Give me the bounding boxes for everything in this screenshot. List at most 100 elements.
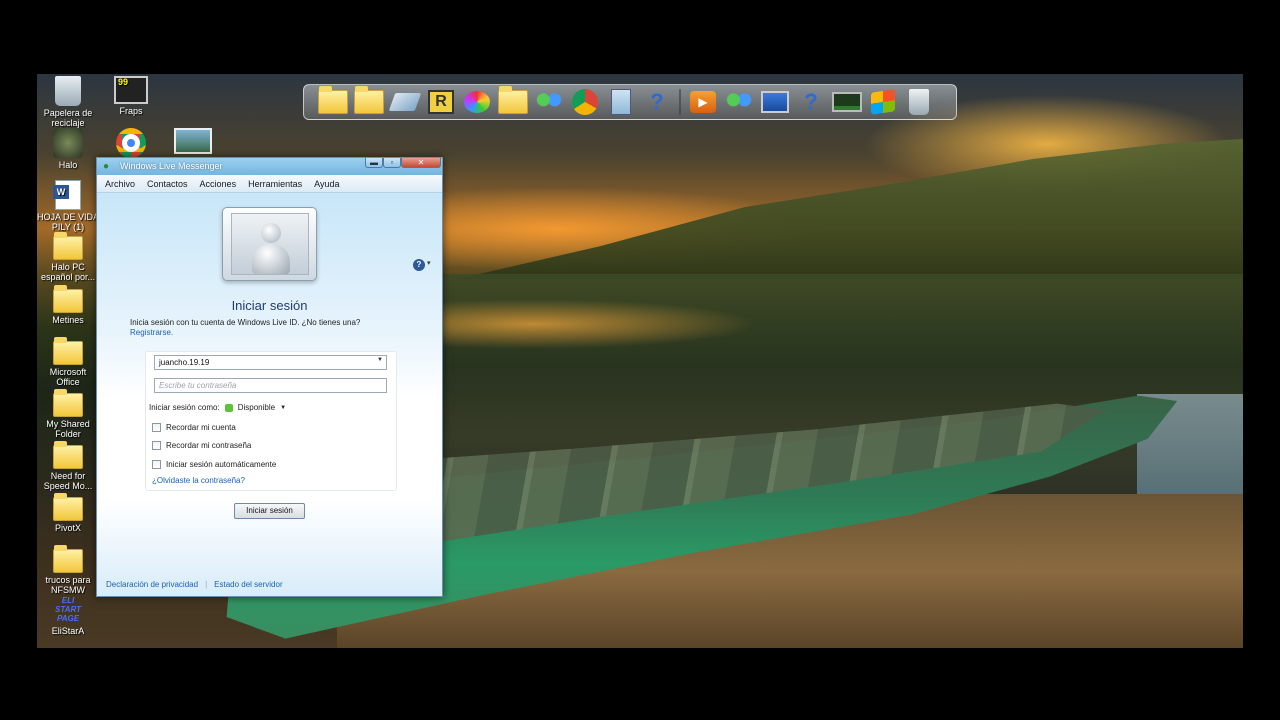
image-thumbnail-icon bbox=[174, 128, 212, 154]
status-selector: Iniciar sesión como: Disponible ▼ bbox=[149, 403, 286, 412]
desktop-icon-halo[interactable]: Halo bbox=[35, 128, 101, 170]
dock-paint[interactable] bbox=[460, 87, 494, 117]
desktop-icon-chrome[interactable] bbox=[98, 128, 164, 160]
desktop-icon-pivotx[interactable]: PivotX bbox=[35, 493, 101, 533]
desktop-icon-my-shared-folder[interactable]: My Shared Folder bbox=[35, 389, 101, 439]
minimize-button[interactable]: ▬ bbox=[365, 158, 383, 168]
folder-icon bbox=[53, 441, 83, 469]
desktop-icon-label: My Shared Folder bbox=[46, 419, 90, 439]
chrome-icon bbox=[116, 128, 146, 158]
window-title: Windows Live Messenger bbox=[120, 161, 223, 171]
menu-herramientas[interactable]: Herramientas bbox=[248, 179, 302, 189]
folder-icon bbox=[53, 285, 83, 313]
help-icon[interactable]: ? bbox=[413, 259, 425, 271]
avatar bbox=[231, 213, 309, 275]
desktop-icon-elistara[interactable]: ELI START PAGE EliStarA bbox=[35, 596, 101, 636]
folder-icon bbox=[498, 86, 528, 114]
server-status-link[interactable]: Estado del servidor bbox=[214, 580, 282, 589]
paint-palette-icon bbox=[464, 91, 490, 113]
menu-bar: Archivo Contactos Acciones Herramientas … bbox=[97, 175, 442, 193]
dock-windows[interactable] bbox=[866, 87, 900, 117]
status-label: Iniciar sesión como: bbox=[149, 403, 220, 412]
chevron-down-icon[interactable]: ▼ bbox=[377, 357, 383, 363]
folder-icon bbox=[53, 493, 83, 521]
signin-button[interactable]: Iniciar sesión bbox=[234, 503, 305, 519]
dock-recycle-bin[interactable] bbox=[902, 87, 936, 117]
desktop-icon-picture[interactable] bbox=[160, 128, 226, 156]
forgot-password-link[interactable]: ¿Olvidaste la contraseña? bbox=[152, 476, 245, 485]
dock-chrome[interactable] bbox=[568, 87, 602, 117]
folder-icon bbox=[53, 232, 83, 260]
dock-screen[interactable] bbox=[830, 87, 864, 117]
menu-ayuda[interactable]: Ayuda bbox=[314, 179, 339, 189]
menu-archivo[interactable]: Archivo bbox=[105, 179, 135, 189]
remember-password-checkbox[interactable] bbox=[152, 441, 161, 450]
desktop-icon-label: Metines bbox=[52, 315, 84, 325]
halo-icon bbox=[53, 128, 83, 158]
monitor-icon bbox=[761, 91, 789, 113]
dock-help-2[interactable]: ? bbox=[794, 87, 828, 117]
dock-eraser[interactable] bbox=[388, 87, 422, 117]
password-field[interactable]: Escribe tu contraseña bbox=[154, 378, 387, 393]
auto-signin-checkbox[interactable] bbox=[152, 460, 161, 469]
desktop-icon-label: Halo PC español por... bbox=[40, 262, 96, 282]
menu-acciones[interactable]: Acciones bbox=[200, 179, 237, 189]
remember-account-checkbox[interactable] bbox=[152, 423, 161, 432]
r-icon: R bbox=[428, 90, 454, 114]
folder-icon bbox=[53, 389, 83, 417]
desktop-icon-halo-pc[interactable]: Halo PC español por... bbox=[35, 232, 101, 282]
help-icon: ? bbox=[650, 89, 664, 114]
menu-contactos[interactable]: Contactos bbox=[147, 179, 188, 189]
screen-icon bbox=[832, 92, 862, 112]
dock-folder-3[interactable] bbox=[496, 86, 530, 117]
dock-calculator[interactable] bbox=[604, 87, 638, 117]
dock-help[interactable]: ? bbox=[640, 87, 674, 117]
user-silhouette-body bbox=[252, 244, 290, 274]
signin-description: Inicia sesión con tu cuenta de Windows L… bbox=[130, 318, 430, 338]
desktop-icon-label: Microsoft Office bbox=[49, 367, 87, 387]
desktop-icon-hoja-de-vida[interactable]: W HOJA DE VIDA PILY (1) bbox=[35, 180, 101, 232]
display-picture[interactable] bbox=[222, 207, 317, 281]
dock-separator bbox=[679, 89, 681, 115]
dock-folder-2[interactable] bbox=[352, 86, 386, 117]
help-icon: ? bbox=[804, 89, 818, 114]
desktop-icon-metines[interactable]: Metines bbox=[35, 285, 101, 325]
email-value: juancho.19.19 bbox=[159, 358, 210, 367]
dock-folder-1[interactable] bbox=[316, 86, 350, 117]
register-link[interactable]: Registrarse. bbox=[130, 328, 173, 337]
desktop-icon-fraps[interactable]: 99 Fraps bbox=[98, 76, 164, 116]
window-titlebar[interactable]: ● Windows Live Messenger ▬ ▫ ✕ bbox=[97, 158, 442, 175]
dock-messenger[interactable] bbox=[532, 87, 566, 117]
chevron-down-icon[interactable]: ▾ bbox=[427, 259, 431, 267]
email-field[interactable]: juancho.19.19 ▼ bbox=[154, 355, 387, 370]
dock-r-app[interactable]: R bbox=[424, 87, 458, 117]
remember-account-option[interactable]: Recordar mi cuenta bbox=[152, 423, 236, 432]
auto-signin-option[interactable]: Iniciar sesión automáticamente bbox=[152, 460, 276, 469]
dock-media-player[interactable]: ▶ bbox=[686, 87, 720, 117]
close-button[interactable]: ✕ bbox=[401, 158, 441, 168]
fraps-badge: 99 bbox=[118, 77, 129, 87]
recycle-bin-icon bbox=[55, 76, 81, 106]
desktop-icon-label: HOJA DE VIDA PILY (1) bbox=[36, 212, 99, 232]
maximize-button[interactable]: ▫ bbox=[383, 158, 401, 168]
chevron-down-icon[interactable]: ▼ bbox=[280, 405, 286, 411]
desktop-icon-label: Fraps bbox=[119, 106, 143, 116]
close-icon: ✕ bbox=[417, 158, 425, 167]
desktop-icon-need-for-speed[interactable]: Need for Speed Mo... bbox=[35, 441, 101, 491]
desktop-icon-recycle-bin[interactable]: Papelera de reciclaje bbox=[35, 76, 101, 128]
status-dropdown[interactable]: Disponible bbox=[238, 403, 275, 412]
wallpaper-hill bbox=[457, 138, 1243, 279]
desktop-icon-microsoft-office[interactable]: Microsoft Office bbox=[35, 337, 101, 387]
messenger-logo-icon: ● bbox=[103, 161, 110, 172]
app-dock: R ? ▶ ? bbox=[303, 84, 957, 120]
remember-password-option[interactable]: Recordar mi contraseña bbox=[152, 441, 251, 450]
word-document-icon: W bbox=[53, 180, 81, 210]
privacy-link[interactable]: Declaración de privacidad bbox=[106, 580, 198, 589]
dock-messenger-2[interactable] bbox=[722, 87, 756, 117]
folder-icon bbox=[53, 337, 83, 365]
desktop-icon-trucos-nfsmw[interactable]: trucos para NFSMW bbox=[35, 545, 101, 595]
remember-account-label: Recordar mi cuenta bbox=[166, 423, 236, 432]
dock-monitor[interactable] bbox=[758, 87, 792, 117]
folder-icon bbox=[53, 545, 83, 573]
available-status-icon bbox=[224, 403, 233, 412]
